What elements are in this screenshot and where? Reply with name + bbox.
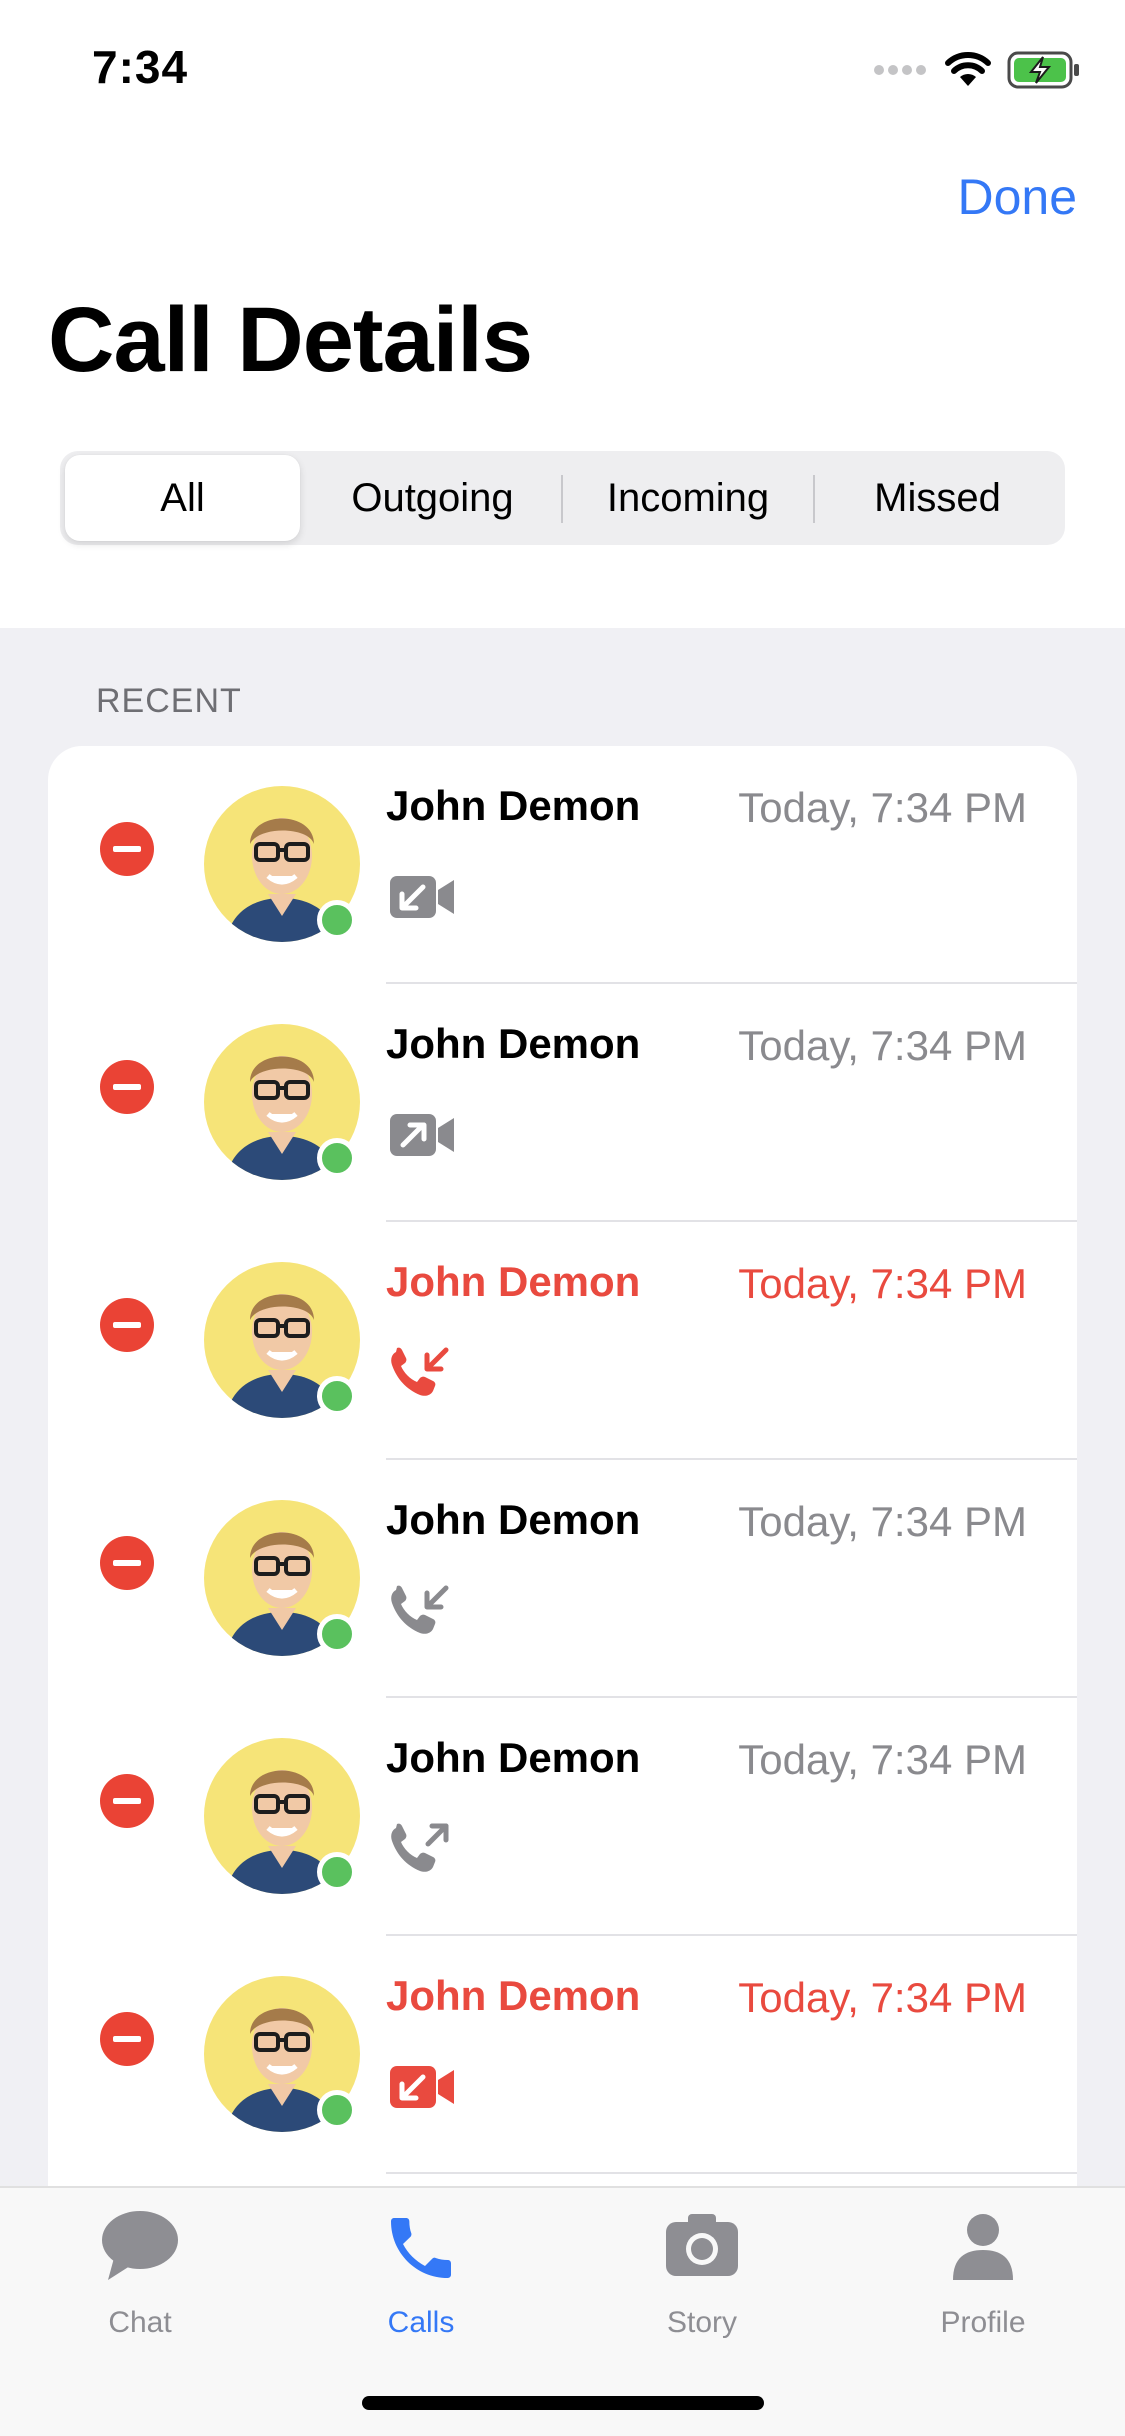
delete-minus-icon[interactable] — [100, 2012, 154, 2066]
segment-all[interactable]: All — [65, 455, 300, 541]
call-filter-segmented-control: All Outgoing Incoming Missed — [60, 451, 1065, 545]
online-status-dot — [317, 1138, 357, 1178]
segment-incoming[interactable]: Incoming — [563, 455, 813, 541]
delete-minus-icon[interactable] — [100, 1298, 154, 1352]
video-outgoing-icon — [386, 1104, 458, 1164]
tab-story[interactable]: Story — [602, 2208, 802, 2348]
online-status-dot — [317, 1614, 357, 1654]
page-title: Call Details — [48, 289, 533, 391]
tab-calls[interactable]: Calls — [321, 2208, 521, 2348]
call-time: Today, 7:34 PM — [738, 784, 1027, 831]
camera-icon — [666, 2214, 738, 2276]
phone-icon — [391, 2218, 451, 2278]
phone-incoming-icon — [386, 1342, 458, 1402]
call-row[interactable]: John Demon Today, 7:34 PM — [48, 746, 1077, 984]
tab-label: Calls — [387, 2306, 455, 2339]
signal-icon — [874, 65, 926, 75]
status-icons — [873, 48, 1081, 92]
online-status-dot — [317, 900, 357, 940]
tab-profile[interactable]: Profile — [883, 2208, 1083, 2348]
row-separator — [386, 2172, 1077, 2174]
video-incoming-icon — [386, 866, 458, 926]
phone-outgoing-icon — [386, 1818, 458, 1878]
caller-name: John Demon — [386, 1020, 641, 1067]
call-time: Today, 7:34 PM — [738, 1974, 1027, 2021]
chat-bubble-icon — [102, 2211, 178, 2280]
phone-incoming-icon — [386, 1580, 458, 1640]
tab-chat[interactable]: Chat — [40, 2208, 240, 2348]
section-header-recent: RECENT — [96, 682, 242, 720]
call-time: Today, 7:34 PM — [738, 1260, 1027, 1307]
caller-name: John Demon — [386, 782, 641, 829]
call-time: Today, 7:34 PM — [738, 1498, 1027, 1545]
delete-minus-icon[interactable] — [100, 822, 154, 876]
done-button[interactable]: Done — [957, 168, 1077, 226]
battery-charging-icon — [1007, 51, 1079, 89]
caller-name: John Demon — [386, 1734, 641, 1781]
home-indicator — [362, 2396, 764, 2410]
call-row[interactable]: John Demon Today, 7:34 PM — [48, 1222, 1077, 1460]
call-list: John Demon Today, 7:34 PM John Demon Today,… — [48, 746, 1077, 2246]
call-row[interactable]: John Demon Today, 7:34 PM — [48, 1460, 1077, 1698]
online-status-dot — [317, 1376, 357, 1416]
call-list-area: RECENT John Demon Today, 7:34 PM John Demo… — [0, 628, 1125, 2436]
call-row[interactable]: John Demon Today, 7:34 PM — [48, 1936, 1077, 2174]
online-status-dot — [317, 2090, 357, 2130]
delete-minus-icon[interactable] — [100, 1060, 154, 1114]
wifi-icon — [945, 52, 991, 86]
caller-name: John Demon — [386, 1972, 641, 2019]
person-icon — [953, 2214, 1013, 2280]
call-time: Today, 7:34 PM — [738, 1736, 1027, 1783]
status-time: 7:34 — [92, 41, 189, 93]
tab-label: Story — [666, 2306, 738, 2339]
tab-label: Profile — [940, 2306, 1026, 2339]
segment-outgoing[interactable]: Outgoing — [310, 455, 555, 541]
tab-label: Chat — [108, 2306, 172, 2339]
status-bar: 7:34 — [0, 0, 1125, 140]
video-incoming-icon — [386, 2056, 458, 2116]
delete-minus-icon[interactable] — [100, 1536, 154, 1590]
segment-missed[interactable]: Missed — [815, 455, 1060, 541]
call-row[interactable]: John Demon Today, 7:34 PM — [48, 984, 1077, 1222]
call-time: Today, 7:34 PM — [738, 1022, 1027, 1069]
delete-minus-icon[interactable] — [100, 1774, 154, 1828]
caller-name: John Demon — [386, 1258, 641, 1305]
call-row[interactable]: John Demon Today, 7:34 PM — [48, 1698, 1077, 1936]
online-status-dot — [317, 1852, 357, 1892]
caller-name: John Demon — [386, 1496, 641, 1543]
